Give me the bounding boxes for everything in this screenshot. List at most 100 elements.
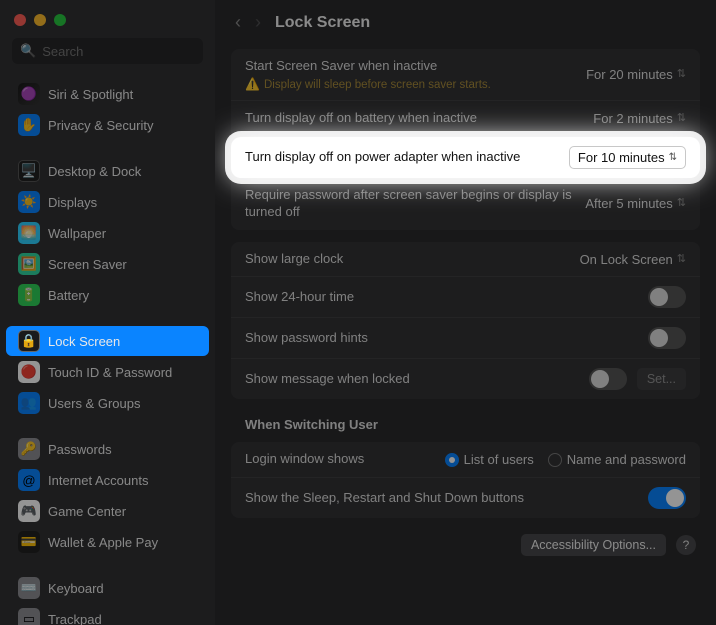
row-warning: ⚠️Display will sleep before screen saver…: [245, 77, 576, 91]
sidebar-item-label: Lock Screen: [48, 334, 120, 349]
displays-icon: ☀️: [18, 191, 40, 213]
row-label: Turn display off on battery when inactiv…: [245, 110, 583, 127]
wallet-icon: 💳: [18, 531, 40, 553]
minimize-window[interactable]: [34, 14, 46, 26]
row-login-window: Login window shows List of users Name an…: [231, 442, 700, 478]
radio-icon: [445, 453, 459, 467]
back-button[interactable]: ‹: [235, 12, 241, 33]
sidebar-item-displays[interactable]: ☀️ Displays: [6, 187, 209, 217]
help-button[interactable]: ?: [676, 535, 696, 555]
sidebar-item-desktop[interactable]: 🖥️ Desktop & Dock: [6, 156, 209, 186]
accessibility-options-button[interactable]: Accessibility Options...: [521, 534, 666, 556]
password-popup[interactable]: After 5 minutes⇅: [585, 196, 686, 211]
sidebar-item-internet[interactable]: @Internet Accounts: [6, 465, 209, 495]
sidebar-item-label: Privacy & Security: [48, 118, 153, 133]
toggle-sleep-buttons[interactable]: [648, 487, 686, 509]
sidebar-item-label: Wallet & Apple Pay: [48, 535, 158, 550]
row-label: Show password hints: [245, 330, 638, 347]
chevron-updown-icon: ⇅: [669, 152, 677, 163]
row-label: Show the Sleep, Restart and Shut Down bu…: [245, 490, 638, 507]
search-input[interactable]: [42, 44, 215, 59]
radio-list-users[interactable]: List of users: [445, 452, 534, 467]
chevron-updown-icon: ⇅: [677, 69, 686, 80]
sidebar-item-label: Battery: [48, 288, 89, 303]
row-label: Show 24-hour time: [245, 289, 638, 306]
radio-icon: [548, 453, 562, 467]
screensaver-icon: 🖼️: [18, 253, 40, 275]
toggle-message[interactable]: [589, 368, 627, 390]
radio-name-password[interactable]: Name and password: [548, 452, 686, 467]
gamecenter-icon: 🎮: [18, 500, 40, 522]
sidebar-item-touchid[interactable]: 🔴 Touch ID & Password: [6, 357, 209, 387]
sidebar-item-gamecenter[interactable]: 🎮 Game Center: [6, 496, 209, 526]
sidebar-item-lockscreen[interactable]: 🔒Lock Screen: [6, 326, 209, 356]
sidebar-item-label: Keyboard: [48, 581, 104, 596]
footer: Accessibility Options... ?: [215, 524, 716, 568]
power-off-popup[interactable]: For 10 minutes⇅: [569, 146, 686, 169]
panel-clock: Show large clock On Lock Screen⇅ Show 24…: [231, 242, 700, 400]
zoom-window[interactable]: [54, 14, 66, 26]
siri-icon: 🟣: [18, 83, 40, 105]
sidebar-item-label: Displays: [48, 195, 97, 210]
sidebar-item-label: Touch ID & Password: [48, 365, 172, 380]
close-window[interactable]: [14, 14, 26, 26]
warning-icon: ⚠️: [245, 77, 260, 91]
battery-off-popup[interactable]: For 2 minutes⇅: [593, 111, 686, 126]
battery-icon: 🔋: [18, 284, 40, 306]
sidebar-item-privacy[interactable]: ✋ Privacy & Security: [6, 110, 209, 140]
row-sleep-buttons: Show the Sleep, Restart and Shut Down bu…: [231, 478, 700, 518]
sidebar-item-label: Users & Groups: [48, 396, 140, 411]
toggle-24hour[interactable]: [648, 286, 686, 308]
row-large-clock: Show large clock On Lock Screen⇅: [231, 242, 700, 278]
row-label: Login window shows: [245, 451, 435, 468]
at-icon: @: [18, 469, 40, 491]
screensaver-popup[interactable]: For 20 minutes⇅: [586, 67, 686, 82]
sidebar-item-wallpaper[interactable]: 🌅Wallpaper: [6, 218, 209, 248]
large-clock-popup[interactable]: On Lock Screen⇅: [580, 252, 686, 267]
panel-display: Start Screen Saver when inactive ⚠️Displ…: [231, 49, 700, 230]
sidebar-item-battery[interactable]: 🔋 Battery: [6, 280, 209, 310]
sidebar-item-label: Game Center: [48, 504, 126, 519]
sidebar-item-screensaver[interactable]: 🖼️Screen Saver: [6, 249, 209, 279]
sidebar-item-keyboard[interactable]: ⌨️ Keyboard: [6, 573, 209, 603]
forward-button[interactable]: ›: [255, 12, 261, 33]
titlebar: ‹ › Lock Screen: [215, 0, 716, 43]
toggle-password-hints[interactable]: [648, 327, 686, 349]
row-24hour: Show 24-hour time: [231, 277, 700, 318]
section-switching-title: When Switching User: [215, 405, 716, 436]
chevron-updown-icon: ⇅: [677, 198, 686, 209]
fingerprint-icon: 🔴: [18, 361, 40, 383]
row-label: Require password after screen saver begi…: [245, 187, 575, 221]
sidebar: 🔍 🟣Siri & Spotlight ✋Privacy & Security …: [0, 0, 215, 625]
users-icon: 👥: [18, 392, 40, 414]
sidebar-item-label: Trackpad: [48, 612, 102, 625]
hand-icon: ✋: [18, 114, 40, 136]
sidebar-item-label: Wallpaper: [48, 226, 106, 241]
sidebar-item-trackpad[interactable]: ▭ Trackpad: [6, 604, 209, 625]
chevron-updown-icon: ⇅: [677, 113, 686, 124]
trackpad-icon: ▭: [18, 608, 40, 625]
panel-switching: Login window shows List of users Name an…: [231, 442, 700, 518]
login-window-radio-group: List of users Name and password: [445, 452, 686, 467]
page-title: Lock Screen: [275, 14, 370, 32]
search-field[interactable]: 🔍: [12, 38, 203, 64]
sidebar-item-users[interactable]: 👥 Users & Groups: [6, 388, 209, 418]
row-label: Show message when locked: [245, 371, 579, 388]
chevron-updown-icon: ⇅: [677, 254, 686, 265]
keyboard-icon: ⌨️: [18, 577, 40, 599]
row-message-locked: Show message when locked Set...: [231, 359, 700, 399]
sidebar-item-label: Siri & Spotlight: [48, 87, 133, 102]
key-icon: 🔑: [18, 438, 40, 460]
main-pane: ‹ › Lock Screen Start Screen Saver when …: [215, 0, 716, 625]
set-message-button[interactable]: Set...: [637, 368, 686, 390]
search-icon: 🔍: [20, 43, 36, 59]
sidebar-item-label: Desktop & Dock: [48, 164, 141, 179]
row-password-hints: Show password hints: [231, 318, 700, 359]
sidebar-item-wallet[interactable]: 💳 Wallet & Apple Pay: [6, 527, 209, 557]
desktop-icon: 🖥️: [18, 160, 40, 182]
sidebar-item-passwords[interactable]: 🔑Passwords: [6, 434, 209, 464]
row-label: Turn display off on power adapter when i…: [245, 149, 559, 166]
row-label: Show large clock: [245, 251, 570, 268]
row-power-off: Turn display off on power adapter when i…: [231, 137, 700, 178]
sidebar-item-siri[interactable]: 🟣 Siri & Spotlight: [6, 79, 209, 109]
